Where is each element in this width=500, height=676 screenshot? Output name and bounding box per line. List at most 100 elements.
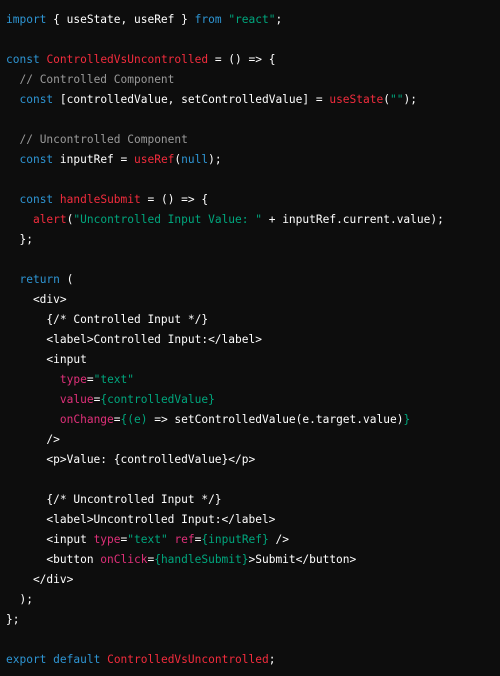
attribute-token: onClick [100, 553, 148, 566]
code-line: type="text" [6, 370, 500, 390]
code-line: const ControlledVsUncontrolled = () => { [6, 50, 500, 70]
keyword-token: const [19, 93, 54, 106]
string-token: "text" [93, 373, 135, 386]
string-token: {controlledValue} [100, 393, 215, 406]
code-token: ; [275, 13, 283, 26]
code-line: const [controlledValue, setControlledVal… [6, 90, 500, 110]
code-line: import { useState, useRef } from "react"… [6, 10, 500, 30]
code-line: <button onClick={handleSubmit}>Submit</b… [6, 550, 500, 570]
code-token: = [86, 373, 94, 386]
code-line: /> [6, 430, 500, 450]
code-line: // Uncontrolled Component [6, 130, 500, 150]
code-token: ( [383, 93, 390, 106]
code-line: <input type="text" ref={inputRef} /> [6, 530, 500, 550]
keyword-token: export [6, 653, 47, 666]
code-line: ); [6, 590, 500, 610]
code-token: = [113, 413, 121, 426]
code-line: alert("Uncontrolled Input Value: " + inp… [6, 210, 500, 230]
code-token: <div> [6, 293, 67, 306]
code-line: return ( [6, 270, 500, 290]
code-token: <input [6, 533, 94, 546]
string-token: } [403, 413, 411, 426]
string-token: "" [389, 93, 404, 106]
identifier-token: ControlledVsUncontrolled [107, 653, 269, 666]
keyword-token: import [6, 13, 47, 26]
code-line: <p>Value: {controlledValue}</p> [6, 450, 500, 470]
string-token: {inputRef} [201, 533, 269, 546]
code-token: = () => { [208, 53, 276, 66]
code-line: <input [6, 350, 500, 370]
code-token: <label>Uncontrolled Input:</label> [6, 513, 276, 526]
code-token: ); [208, 153, 222, 166]
code-token: <button [6, 553, 101, 566]
code-token: [controlledValue, setControlledValue] = [53, 93, 330, 106]
code-token: <p>Value: {controlledValue}</p> [6, 453, 256, 466]
string-token: "react" [228, 13, 276, 26]
code-token: {/* Controlled Input */} [6, 313, 209, 326]
string-token: {(e) [120, 413, 148, 426]
code-token: {/* Uncontrolled Input */} [6, 493, 222, 506]
code-token: ); [403, 93, 417, 106]
attribute-token: value [59, 393, 94, 406]
code-line: }; [6, 610, 500, 630]
string-token: "Uncontrolled Input Value: " [73, 213, 262, 226]
code-line: onChange={(e) => setControlledValue(e.ta… [6, 410, 500, 430]
code-line: {/* Controlled Input */} [6, 310, 500, 330]
attribute-token: type [59, 373, 87, 386]
attribute-token: type [93, 533, 121, 546]
attribute-token: ref [174, 533, 195, 546]
code-line: <label>Controlled Input:</label> [6, 330, 500, 350]
code-token: inputRef = [53, 153, 134, 166]
string-token: {handleSubmit} [154, 553, 249, 566]
code-token: ; [268, 653, 276, 666]
code-token: { useState, useRef } [46, 13, 195, 26]
code-token: + inputRef.current.value); [261, 213, 444, 226]
code-token: </div> [6, 573, 74, 586]
code-token: >Submit</button> [248, 553, 357, 566]
attribute-token: onChange [59, 413, 114, 426]
identifier-token: alert [32, 213, 67, 226]
code-line: value={controlledValue} [6, 390, 500, 410]
code-token: = () => { [140, 193, 209, 206]
code-token: /> [268, 533, 289, 546]
keyword-token: const [19, 193, 54, 206]
identifier-token: ControlledVsUncontrolled [46, 53, 209, 66]
code-line: }; [6, 230, 500, 250]
identifier-token: handleSubmit [59, 193, 141, 206]
keyword-token: null [181, 153, 209, 166]
code-token: }; [6, 613, 20, 626]
code-token: => setControlledValue(e.target.value) [147, 413, 404, 426]
code-token: ); [6, 593, 33, 606]
code-token: ( [59, 273, 74, 286]
identifier-token: useRef [134, 153, 175, 166]
comment-token: // Controlled Component [19, 73, 175, 86]
keyword-token: default [53, 653, 101, 666]
keyword-token: const [6, 53, 40, 66]
code-token: /> [6, 433, 60, 446]
code-token: <label>Controlled Input:</label> [6, 333, 262, 346]
code-token: <input [6, 353, 87, 366]
keyword-token: const [19, 153, 54, 166]
code-line: export default ControlledVsUncontrolled; [6, 650, 500, 670]
code-line: const inputRef = useRef(null); [6, 150, 500, 170]
code-block: import { useState, useRef } from "react"… [0, 0, 500, 676]
keyword-token: from [194, 13, 222, 26]
string-token: "text" [127, 533, 168, 546]
code-line: const handleSubmit = () => { [6, 190, 500, 210]
code-line: <label>Uncontrolled Input:</label> [6, 510, 500, 530]
